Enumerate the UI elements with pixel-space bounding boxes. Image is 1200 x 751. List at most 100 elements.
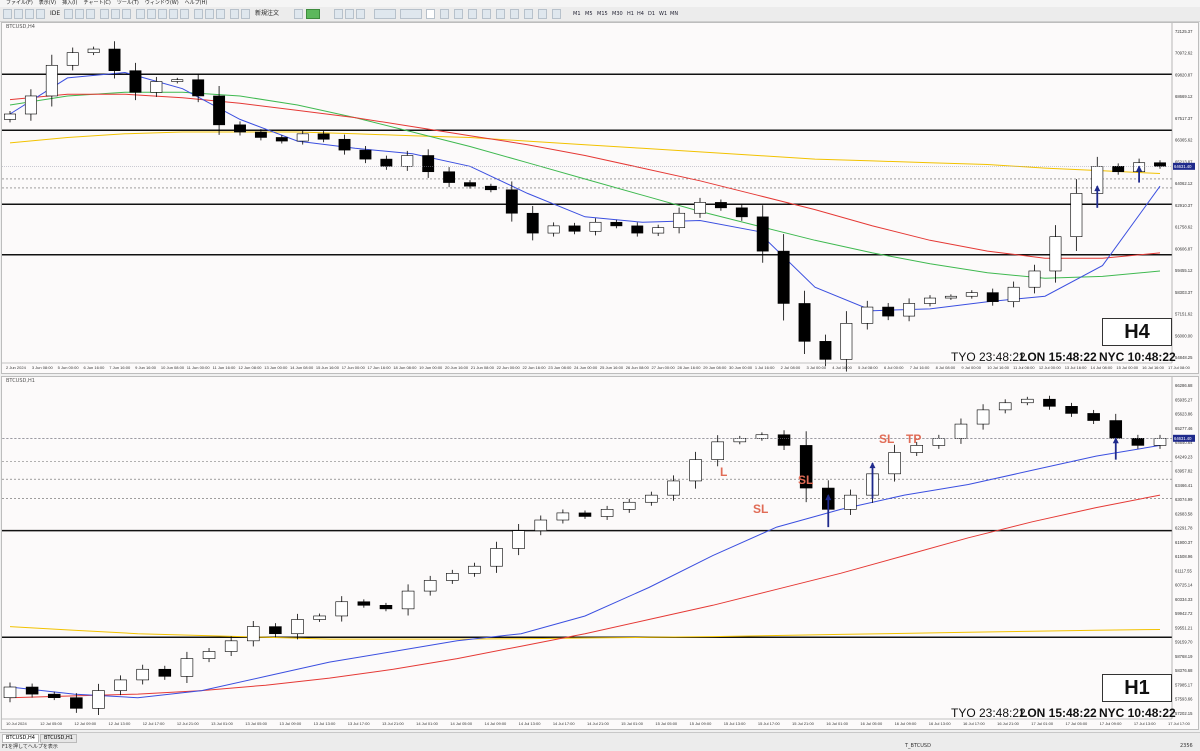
tf-m15[interactable]: M15	[597, 10, 608, 18]
zoom-in-icon[interactable]	[136, 9, 145, 19]
time-tick-label: 10 Jul 2024	[6, 721, 27, 726]
candle-body	[711, 441, 724, 460]
time-tick-label: 13 Jun 00:00	[264, 365, 288, 370]
bar-chart-icon[interactable]	[100, 9, 109, 19]
line-chart-icon[interactable]	[122, 9, 131, 19]
trendline-icon[interactable]	[482, 9, 491, 19]
autoscroll-icon[interactable]	[169, 9, 178, 19]
crosshair-icon[interactable]	[440, 9, 449, 19]
text-tool-icon[interactable]	[524, 9, 533, 19]
menu-item-3[interactable]: チャート(C)	[84, 0, 111, 7]
zoom-out-icon[interactable]	[147, 9, 156, 19]
horizontal-line-icon[interactable]	[468, 9, 477, 19]
candle-body	[70, 697, 83, 709]
market-watch-icon[interactable]	[25, 9, 34, 19]
candle-body	[631, 225, 644, 234]
magnifier-plus-icon[interactable]	[334, 9, 343, 19]
time-tick-label: 3 Jul 00:00	[806, 365, 826, 370]
shapes-icon[interactable]	[552, 9, 561, 19]
templates-icon[interactable]	[216, 9, 225, 19]
l-label: L	[720, 465, 728, 479]
time-tick-label: 12 Jul 05:00	[40, 721, 63, 726]
chart-scroll-icon[interactable]	[374, 9, 396, 19]
tab-btcusd-h1[interactable]: BTCUSD,H1	[40, 734, 77, 743]
time-tick-label: 28 Jun 16:00	[677, 365, 701, 370]
price-tick-label: 69820.87	[1175, 72, 1193, 77]
fibonacci-icon[interactable]	[510, 9, 519, 19]
candle-body	[944, 295, 957, 299]
signals-icon[interactable]	[86, 9, 95, 19]
vertical-line-icon[interactable]	[454, 9, 463, 19]
menu-item-1[interactable]: 表示(V)	[39, 0, 56, 7]
chart-window-h4[interactable]: BTCUSD,H4 72125.37 70972.62 69820.87 68669.…	[1, 22, 1199, 374]
tf-m30[interactable]: M30	[612, 10, 623, 18]
profiles-icon[interactable]	[14, 9, 23, 19]
h1-chart-canvas[interactable]: 66286.6865935.2765623.8665277.4664640.64…	[2, 377, 1198, 729]
cursor-icon[interactable]	[426, 9, 435, 19]
ide-button[interactable]: IDE	[50, 9, 60, 19]
channel-icon[interactable]	[496, 9, 505, 19]
time-tick-label: 12 Jul 09:00	[74, 721, 97, 726]
grid-icon[interactable]	[356, 9, 365, 19]
menu-item-0[interactable]: ファイル(F)	[6, 0, 33, 7]
autotrade-icon[interactable]	[64, 9, 73, 19]
candle-body	[556, 512, 570, 521]
candle-body	[1007, 286, 1020, 302]
candle-body	[446, 573, 459, 581]
entry-arrow-head	[869, 462, 876, 469]
candle-body	[24, 95, 37, 115]
one-click-icon[interactable]	[230, 9, 239, 19]
candle-body	[92, 690, 105, 709]
candle-body	[888, 452, 901, 475]
candle-body	[954, 423, 968, 439]
tf-mn[interactable]: MN	[670, 10, 678, 18]
chart-window-h1[interactable]: BTCUSD,H1 66286.68 65935.27 65623.86 65277.…	[1, 376, 1199, 730]
tf-m1[interactable]: M1	[573, 10, 581, 18]
time-tick-label: 11 Jun 00:00	[187, 365, 211, 370]
time-tick-label: 17 Jul 08:00	[1168, 365, 1191, 370]
time-tick-label: 14 Jul 01:00	[416, 721, 439, 726]
history-icon[interactable]	[75, 9, 84, 19]
new-chart-icon[interactable]	[3, 9, 12, 19]
candle-body	[819, 341, 832, 360]
candle-body	[129, 70, 142, 93]
tab-btcusd-h4[interactable]: BTCUSD,H4	[2, 734, 39, 743]
time-tick-label: 24 Jun 00:00	[574, 365, 598, 370]
indicators-icon[interactable]	[194, 9, 203, 19]
price-tick-label: 64249.23	[1175, 454, 1193, 459]
tf-h1[interactable]: H1	[627, 10, 634, 18]
candle-body	[108, 48, 121, 71]
periods-icon[interactable]	[205, 9, 214, 19]
time-tick-label: 17 Jul 13:00	[1134, 721, 1157, 726]
tf-h4[interactable]: H4	[637, 10, 644, 18]
menu-item-4[interactable]: ツール(T)	[117, 0, 139, 7]
time-tick-label: 17 Jul 09:00	[1100, 721, 1123, 726]
tf-d1[interactable]: D1	[648, 10, 655, 18]
navigator-icon[interactable]	[36, 9, 45, 19]
label-tool-icon[interactable]	[538, 9, 547, 19]
chart-shift-icon[interactable]	[400, 9, 422, 19]
time-tick-label: 22 Jun 00:00	[497, 365, 521, 370]
algo-trading-icon[interactable]	[306, 9, 320, 19]
candle-body	[269, 626, 282, 635]
h4-chart-canvas[interactable]: 72125.37 70972.62 69820.87 68669.12 67517.37…	[2, 23, 1198, 373]
menu-item-2[interactable]: 挿入(I)	[62, 0, 77, 7]
dom-icon[interactable]	[241, 9, 250, 19]
autotrading-toggle-icon[interactable]	[294, 9, 303, 19]
tile-icon[interactable]	[158, 9, 167, 19]
sl-label-1: SL	[753, 502, 769, 516]
candle-body	[733, 437, 747, 443]
clock-lon-h1: LON 15:48:22	[1020, 706, 1097, 720]
shift-icon[interactable]	[180, 9, 189, 19]
tf-w1[interactable]: W1	[659, 10, 667, 18]
candle-body	[380, 158, 393, 167]
new-order-button[interactable]: 新規注文	[255, 9, 279, 19]
candle-body	[357, 601, 371, 606]
tf-m5[interactable]: M5	[585, 10, 593, 18]
candle-chart-icon[interactable]	[111, 9, 120, 19]
menu-item-6[interactable]: ヘルプ(H)	[185, 0, 208, 7]
menu-item-5[interactable]: ウィンドウ(W)	[145, 0, 179, 7]
magnifier-minus-icon[interactable]	[345, 9, 354, 19]
ma-red-line	[9, 93, 1161, 259]
candle-body	[25, 686, 39, 695]
